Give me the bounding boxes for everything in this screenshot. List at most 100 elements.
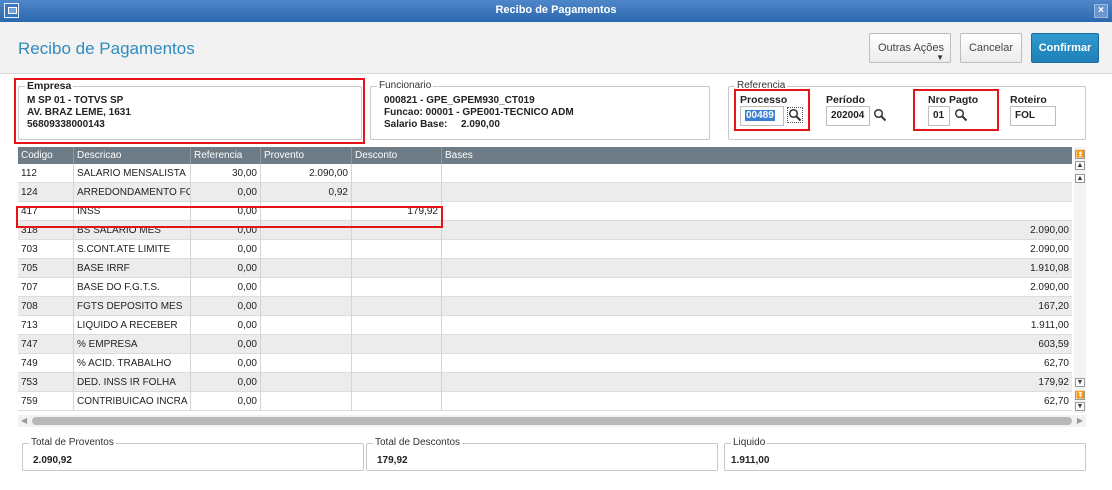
cell-referencia: 0,00 <box>191 373 261 392</box>
cell-descricao: SALARIO MENSALISTA <box>74 164 191 183</box>
cell-referencia: 0,00 <box>191 354 261 373</box>
cell-bases <box>442 183 1072 202</box>
cell-bases: 2.090,00 <box>1030 244 1069 255</box>
cell-bases: 167,20 <box>1038 301 1069 312</box>
cell-referencia: 0,00 <box>191 335 261 354</box>
cell-codigo: 749 <box>18 354 74 373</box>
cell-provento <box>261 297 352 316</box>
processo-label: Processo <box>740 94 788 106</box>
cell-bases: 62,70 <box>1043 396 1069 407</box>
total-proventos-panel: Total de Proventos 2.090,92 <box>22 437 364 471</box>
chevron-right-icon[interactable]: ▶ <box>1077 415 1083 427</box>
periodo-search-icon[interactable] <box>873 108 887 122</box>
outras-acoes-button[interactable]: Outras Ações ▼ <box>869 33 951 63</box>
processo-search-icon[interactable] <box>787 107 803 123</box>
cell-descricao: CONTRIBUICAO INCRA <box>74 392 191 411</box>
cell-referencia: 0,00 <box>191 297 261 316</box>
cell-desconto <box>352 221 442 240</box>
double-chevron-down-icon[interactable]: ⏬ <box>1075 391 1085 400</box>
col-codigo[interactable]: Codigo <box>18 147 74 164</box>
cell-codigo: 753 <box>18 373 74 392</box>
cell-descricao: % ACID. TRABALHO <box>74 354 191 373</box>
roteiro-input[interactable]: FOL <box>1010 106 1056 126</box>
table-row[interactable]: 759 CONTRIBUICAO INCRA 0,00 62,70 <box>18 392 1072 411</box>
col-provento[interactable]: Provento <box>261 147 352 164</box>
nro-pagto-search-icon[interactable] <box>954 108 968 122</box>
chevron-down-icon[interactable]: ▼ <box>1075 402 1085 411</box>
table-row[interactable]: 112 SALARIO MENSALISTA 30,00 2.090,00 <box>18 164 1072 183</box>
cell-descricao: S.CONT.ATE LIMITE <box>74 240 191 259</box>
cell-codigo: 759 <box>18 392 74 411</box>
close-icon[interactable]: × <box>1094 4 1108 18</box>
processo-input[interactable]: 00489 <box>740 106 784 126</box>
cell-codigo: 417 <box>18 202 74 221</box>
nro-pagto-input[interactable]: 01 <box>928 106 950 126</box>
chevron-down-icon[interactable]: ▼ <box>1075 378 1085 387</box>
cell-codigo: 318 <box>18 221 74 240</box>
chevron-up-icon[interactable]: ▲ <box>1075 161 1085 170</box>
cell-desconto <box>352 373 442 392</box>
double-chevron-up-icon[interactable]: ⏫ <box>1075 150 1085 159</box>
table-row[interactable]: 703 S.CONT.ATE LIMITE 0,00 2.090,00 <box>18 240 1072 259</box>
cell-bases <box>442 164 1072 183</box>
verbas-table: Codigo Descricao Referencia Provento Des… <box>18 147 1072 413</box>
funcionario-panel: Funcionario 000821 - GPE_GPEM930_CT019 F… <box>370 80 710 140</box>
cell-bases: 62,70 <box>1043 358 1069 369</box>
cancel-button[interactable]: Cancelar <box>960 33 1022 63</box>
table-row[interactable]: 747% EMPRESA 0,00 603,59 <box>18 335 1072 354</box>
referencia-legend: Referencia <box>735 80 788 91</box>
cell-codigo: 708 <box>18 297 74 316</box>
total-descontos-panel: Total de Descontos 179,92 <box>366 437 718 471</box>
total-proventos-value: 2.090,92 <box>33 455 72 466</box>
table-row[interactable]: 124ARREDONDAMENTO FOLHA0,000,92 <box>18 183 1072 202</box>
horizontal-scrollbar[interactable]: ◀ ▶ <box>18 415 1086 427</box>
table-row[interactable]: 708 FGTS DEPOSITO MES 0,00 167,20 <box>18 297 1072 316</box>
confirm-button[interactable]: Confirmar <box>1031 33 1099 63</box>
cell-descricao: BASE DO F.G.T.S. <box>74 278 191 297</box>
chevron-left-icon[interactable]: ◀ <box>21 415 27 427</box>
table-row[interactable]: 713 LIQUIDO A RECEBER 0,00 1.911,00 <box>18 316 1072 335</box>
table-row[interactable]: 705 BASE IRRF 0,00 1.910,08 <box>18 259 1072 278</box>
table-row[interactable]: 318 BS SALARIO MES 0,00 2.090,00 <box>18 221 1072 240</box>
col-desconto[interactable]: Desconto <box>352 147 442 164</box>
cell-provento <box>261 316 352 335</box>
cell-codigo: 705 <box>18 259 74 278</box>
table-row[interactable]: 707 BASE DO F.G.T.S. 0,00 2.090,00 <box>18 278 1072 297</box>
cell-desconto <box>352 316 442 335</box>
roteiro-label: Roteiro <box>1010 94 1047 106</box>
cell-desconto <box>352 183 442 202</box>
cell-desconto <box>352 335 442 354</box>
liquido-value: 1.911,00 <box>731 455 770 466</box>
horizontal-scroll-thumb[interactable] <box>32 417 1072 425</box>
cell-desconto <box>352 392 442 411</box>
cell-referencia: 0,00 <box>191 259 261 278</box>
chevron-up-icon[interactable]: ▲ <box>1075 174 1085 183</box>
table-row[interactable]: 417 INSS 0,00 179,92 <box>18 202 1072 221</box>
cell-provento <box>261 335 352 354</box>
cell-provento <box>261 354 352 373</box>
table-row[interactable]: 753 DED. INSS IR FOLHA 0,00 179,92 <box>18 373 1072 392</box>
cell-bases: 179,92 <box>1038 377 1069 388</box>
periodo-input[interactable]: 202004 <box>826 106 870 126</box>
funcionario-line-1: 000821 - GPE_GPEM930_CT019 <box>384 95 535 106</box>
cell-codigo: 747 <box>18 335 74 354</box>
cell-codigo: 713 <box>18 316 74 335</box>
total-descontos-value: 179,92 <box>377 455 408 466</box>
salario-base-value: 2.090,00 <box>461 119 500 130</box>
cell-provento <box>261 373 352 392</box>
cell-codigo: 112 <box>18 164 74 183</box>
col-bases[interactable]: Bases <box>442 147 1072 164</box>
cell-provento <box>261 202 352 221</box>
funcionario-legend: Funcionario <box>377 80 434 91</box>
cell-referencia: 0,00 <box>191 183 261 202</box>
cell-bases: 1.910,08 <box>1030 263 1069 274</box>
empresa-line-1: M SP 01 - TOTVS SP <box>27 95 124 106</box>
empresa-line-2: AV. BRAZ LEME, 1631 <box>27 107 131 118</box>
cell-referencia: 0,00 <box>191 316 261 335</box>
table-row[interactable]: 749% ACID. TRABALHO 0,00 62,70 <box>18 354 1072 373</box>
vertical-scrollbar[interactable]: ⏫ ▲ ▲ ▼ ⏬ ▼ <box>1074 147 1086 413</box>
page-title: Recibo de Pagamentos <box>18 39 195 58</box>
cell-provento <box>261 240 352 259</box>
col-descricao[interactable]: Descricao <box>74 147 191 164</box>
col-referencia[interactable]: Referencia <box>191 147 261 164</box>
